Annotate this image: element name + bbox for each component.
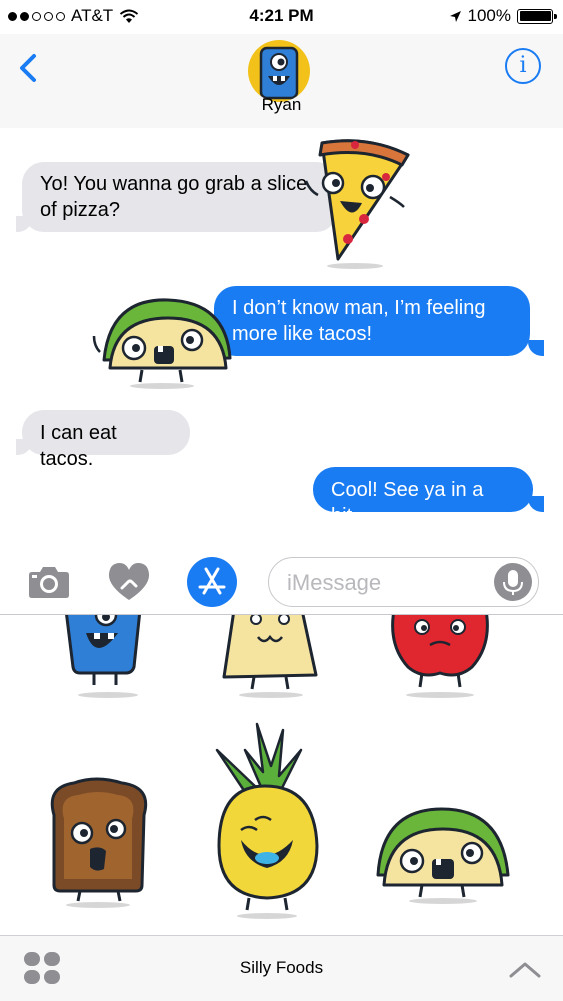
app-drawer-bar: Silly Foods bbox=[0, 935, 563, 1001]
conversation-header: Ryan i bbox=[0, 34, 563, 128]
battery-icon bbox=[517, 8, 557, 24]
microphone-button[interactable] bbox=[494, 563, 532, 601]
sticker-drawer bbox=[0, 615, 563, 935]
app-store-button[interactable] bbox=[187, 557, 237, 607]
app-title: Silly Foods bbox=[239, 958, 324, 977]
message-text: Yo! You wanna go grab a slice bbox=[40, 173, 308, 195]
camera-icon bbox=[29, 567, 69, 598]
battery-percentage: 100% bbox=[467, 6, 511, 25]
camera-button[interactable] bbox=[26, 562, 72, 602]
chevron-up-icon bbox=[509, 962, 541, 978]
monster-sticker[interactable] bbox=[56, 615, 156, 705]
info-button[interactable]: i bbox=[505, 48, 541, 84]
taco-sticker[interactable] bbox=[368, 795, 518, 910]
message-incoming[interactable]: I can eat tacos. bbox=[22, 410, 190, 470]
message-incoming[interactable]: Yo! You wanna go grab a slice of pizza? bbox=[22, 162, 338, 232]
bubble-tail bbox=[528, 340, 544, 356]
pineapple-sticker[interactable] bbox=[205, 720, 330, 925]
message-text: more like tacos! bbox=[232, 323, 373, 345]
microphone-icon bbox=[503, 570, 523, 595]
nacho-sticker[interactable] bbox=[216, 615, 326, 705]
digital-touch-heart-icon bbox=[108, 563, 150, 600]
message-input[interactable]: iMessage bbox=[268, 557, 539, 607]
message-outgoing[interactable]: I don’t know man, I’m feeling more like … bbox=[214, 286, 530, 356]
monster-avatar-icon bbox=[259, 46, 299, 100]
message-text: Cool! See ya in a bit. bbox=[331, 479, 484, 527]
bubble-tail bbox=[528, 496, 544, 512]
location-arrow-icon bbox=[449, 10, 461, 22]
expand-drawer-button[interactable] bbox=[507, 956, 543, 982]
message-text: I don’t know man, I’m feeling bbox=[232, 297, 486, 319]
message-text: I can eat tacos. bbox=[40, 422, 117, 470]
taco-sticker[interactable] bbox=[90, 288, 240, 393]
bubble-tail bbox=[16, 216, 32, 232]
status-bar: AT&T 4:21 PM 100% bbox=[0, 0, 563, 34]
toast-sticker[interactable] bbox=[40, 775, 155, 915]
bubble-tail bbox=[16, 439, 32, 455]
message-outgoing[interactable]: Cool! See ya in a bit. bbox=[313, 467, 533, 527]
contact-name[interactable]: Ryan bbox=[0, 95, 563, 115]
message-text: of pizza? bbox=[40, 199, 121, 221]
chevron-left-icon bbox=[20, 54, 36, 82]
back-button[interactable] bbox=[14, 48, 44, 88]
battery-info: 100% bbox=[449, 6, 557, 26]
message-input-placeholder: iMessage bbox=[287, 570, 382, 595]
app-store-icon bbox=[198, 567, 226, 595]
digital-touch-button[interactable] bbox=[106, 560, 152, 602]
info-icon: i bbox=[519, 53, 527, 78]
apple-sticker[interactable] bbox=[380, 615, 500, 705]
contact-avatar[interactable] bbox=[248, 40, 310, 102]
pizza-sticker[interactable] bbox=[300, 135, 415, 275]
